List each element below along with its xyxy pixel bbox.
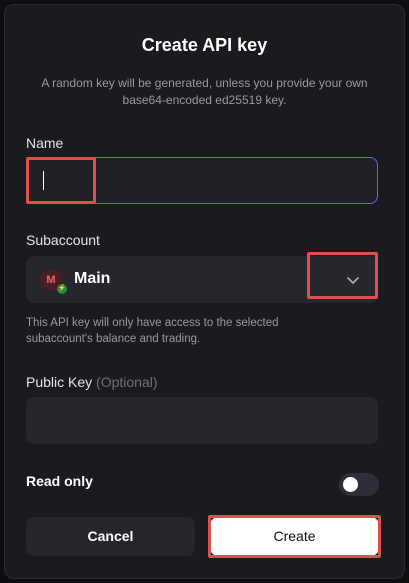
cancel-button[interactable]: Cancel <box>26 517 195 556</box>
dialog-description: A random key will be generated, unless y… <box>41 76 368 107</box>
optional-tag: (Optional) <box>96 374 158 390</box>
toggle-knob <box>343 477 358 492</box>
dialog-title: Create API key <box>141 35 268 55</box>
public-key-label-text: Public Key <box>26 374 93 390</box>
create-button-highlight <box>208 515 381 558</box>
subaccount-selected-value: Main <box>74 270 111 287</box>
create-api-key-dialog: Create API key A random key will be gene… <box>4 4 405 579</box>
public-key-input[interactable] <box>26 397 378 444</box>
subaccount-helper-text: This API key will only have access to th… <box>26 317 279 345</box>
read-only-toggle[interactable] <box>339 473 379 496</box>
name-input-highlight <box>26 157 96 204</box>
name-label: Name <box>26 135 64 151</box>
public-key-label: Public Key (Optional) <box>26 374 158 390</box>
read-only-label: Read only <box>26 473 93 489</box>
subaccount-label: Subaccount <box>26 232 100 248</box>
subaccount-dropdown-highlight <box>307 252 378 299</box>
lightning-icon: ⚡ <box>57 284 67 294</box>
